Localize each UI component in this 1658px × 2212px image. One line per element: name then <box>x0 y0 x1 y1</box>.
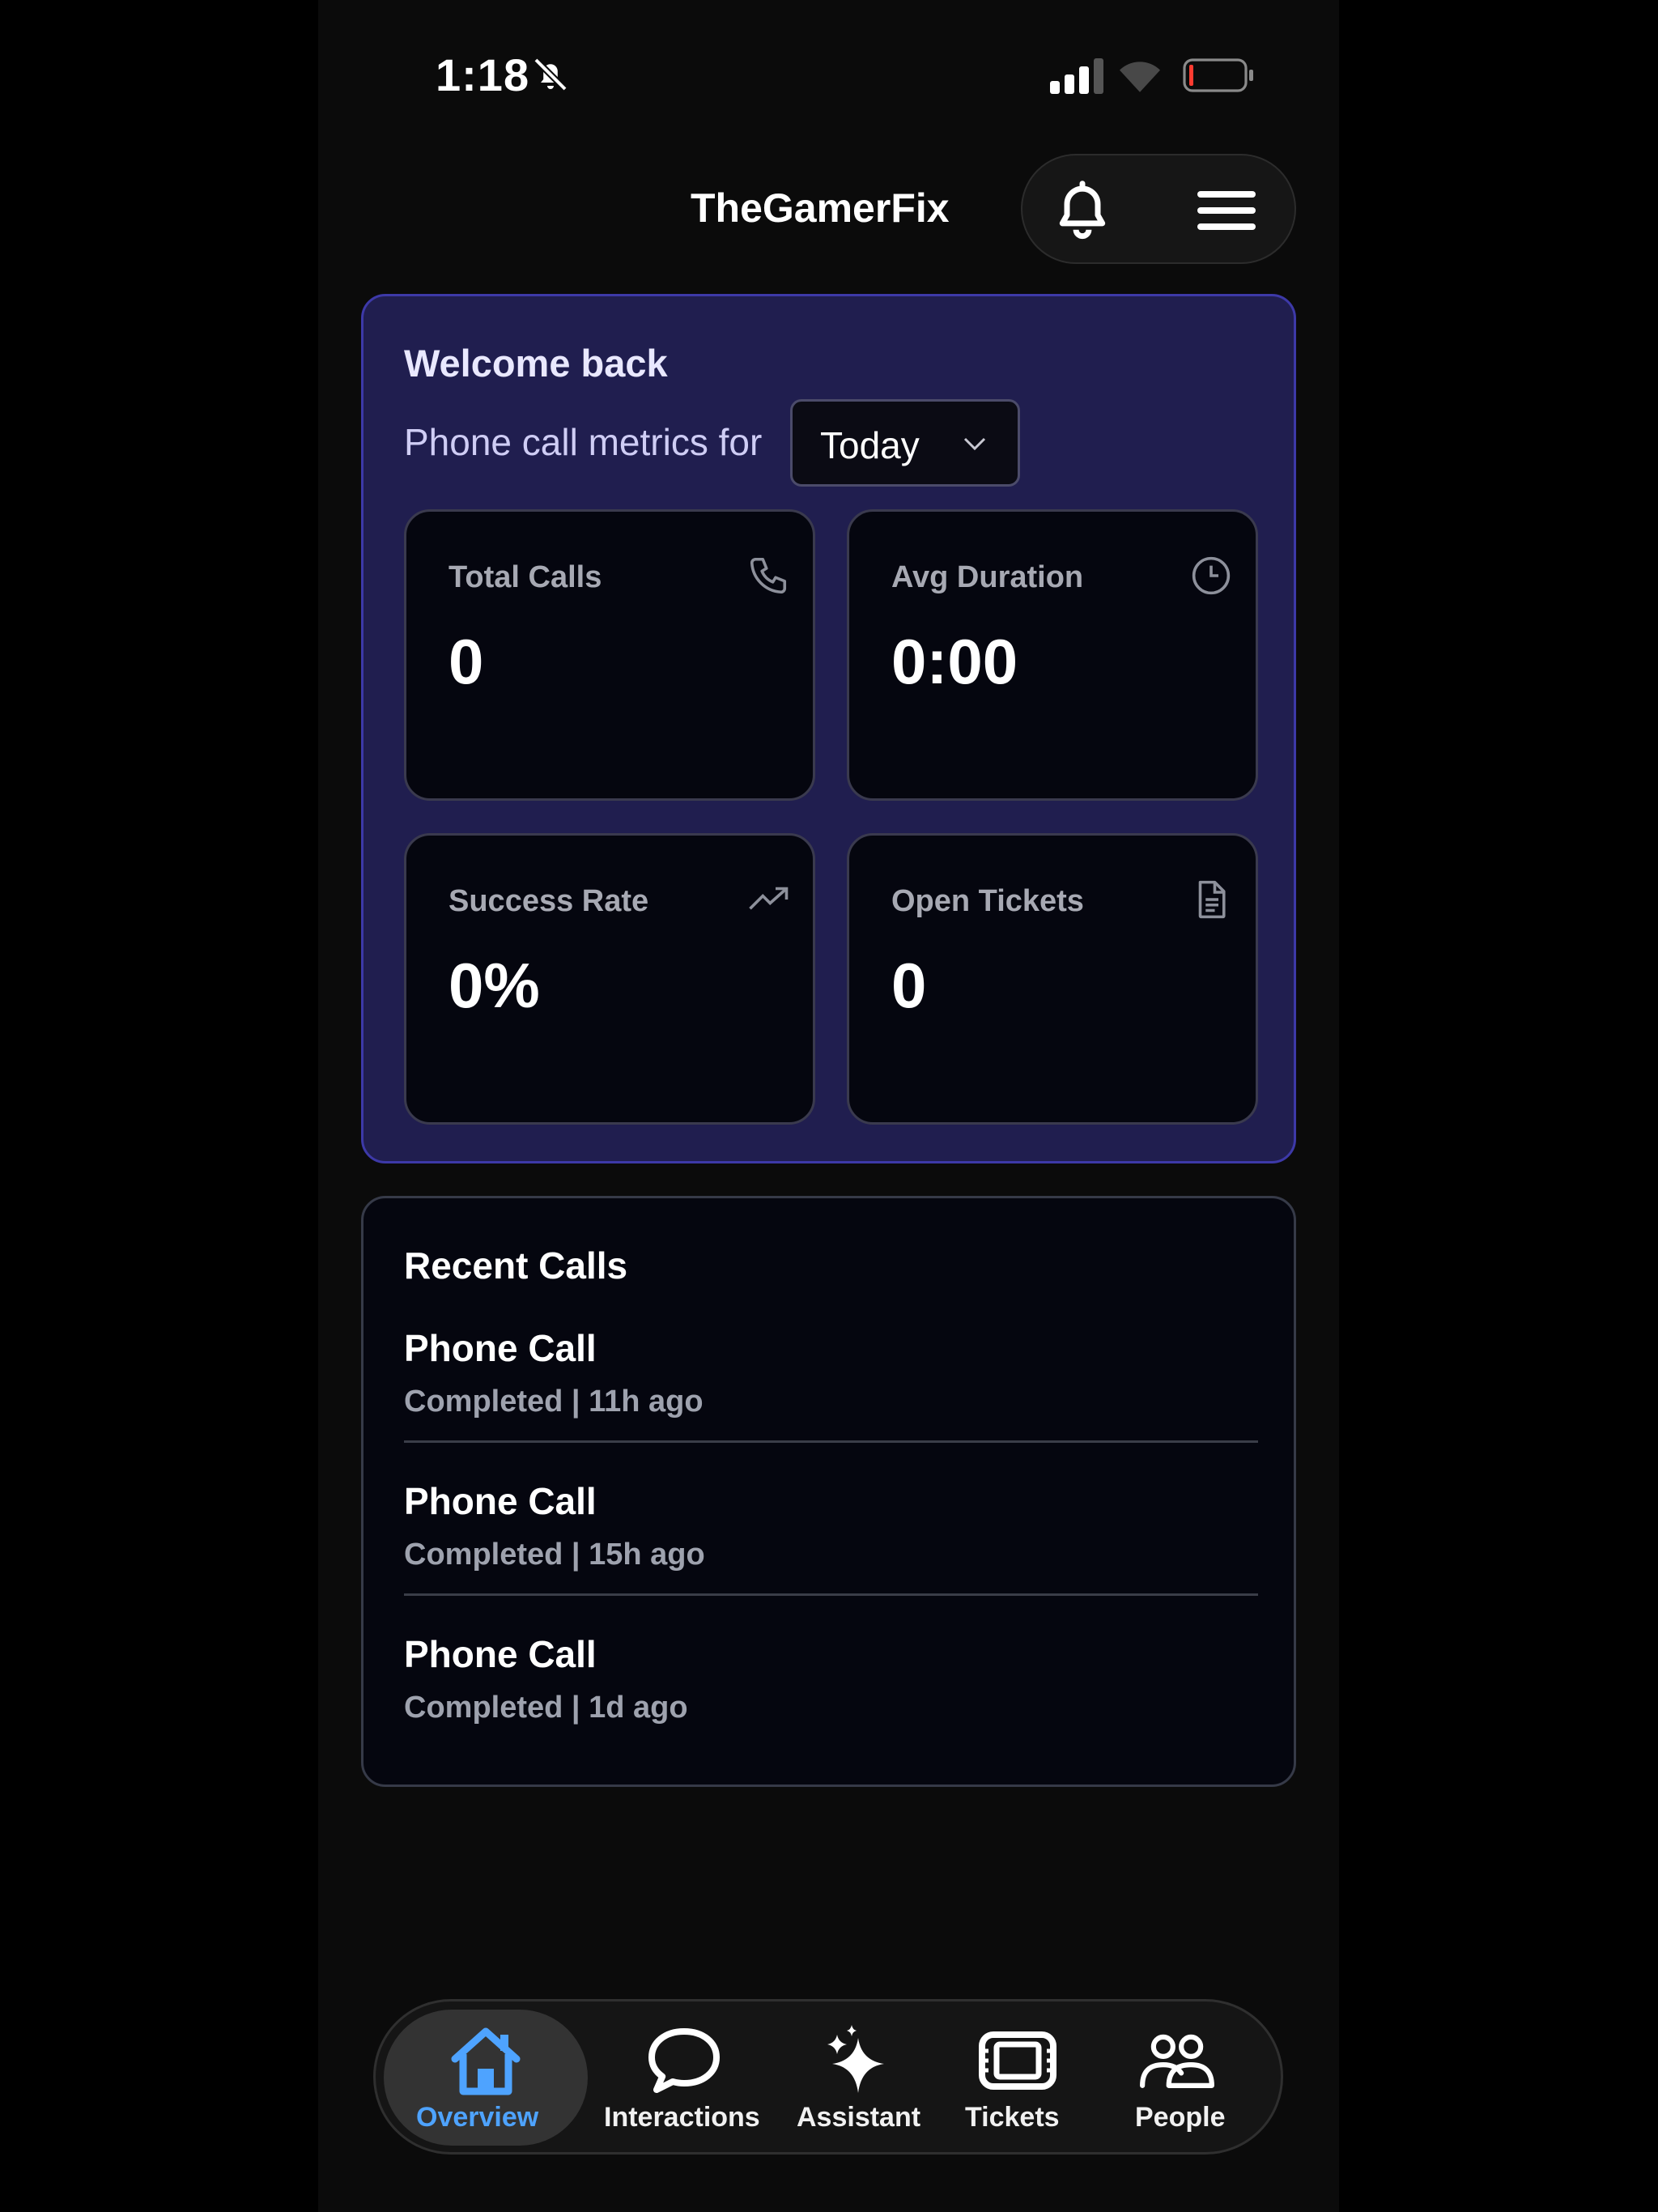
metric-card-success-rate: Success Rate 0% <box>404 833 815 1125</box>
home-icon <box>451 2027 521 2095</box>
welcome-title: Welcome back <box>404 342 668 385</box>
call-list-item[interactable]: Phone Call Completed | 1d ago <box>404 1632 1258 1786</box>
call-list-item[interactable]: Phone Call Completed | 11h ago <box>404 1326 1258 1480</box>
notifications-bell-icon[interactable] <box>1052 180 1113 241</box>
metric-value: 0:00 <box>891 626 1018 697</box>
header-actions <box>1021 154 1296 264</box>
metric-value: 0 <box>891 950 927 1021</box>
metric-card-avg-duration: Avg Duration 0:00 <box>847 509 1258 801</box>
tab-tickets[interactable]: Tickets <box>934 2001 1096 2152</box>
call-meta: Completed | 11h ago <box>404 1385 704 1419</box>
tab-people[interactable]: People <box>1096 2001 1258 2152</box>
call-list-item[interactable]: Phone Call Completed | 15h ago <box>404 1479 1258 1633</box>
tab-label: People <box>1135 2102 1226 2133</box>
metric-label: Success Rate <box>449 884 649 918</box>
signal-icon <box>1050 58 1103 94</box>
call-title: Phone Call <box>404 1633 597 1675</box>
wifi-icon <box>1120 62 1160 92</box>
chat-bubble-icon <box>648 2028 720 2093</box>
bottom-tab-bar: Overview Interactions Assistant Tickets <box>373 1999 1283 2155</box>
tab-overview[interactable]: Overview <box>376 2001 596 2152</box>
phone-icon <box>750 557 787 594</box>
divider <box>404 1440 1258 1443</box>
chevron-down-icon <box>963 437 986 451</box>
period-select-value: Today <box>820 424 920 466</box>
call-title: Phone Call <box>404 1480 597 1522</box>
battery-icon <box>1183 58 1253 92</box>
tab-label: Interactions <box>604 2102 760 2133</box>
clock-icon <box>1192 556 1231 595</box>
call-title: Phone Call <box>404 1327 597 1369</box>
ticket-icon <box>979 2031 1056 2090</box>
metric-value: 0% <box>449 950 540 1021</box>
call-meta: Completed | 15h ago <box>404 1538 705 1572</box>
metric-label: Total Calls <box>449 560 602 594</box>
metric-card-open-tickets: Open Tickets 0 <box>847 833 1258 1125</box>
welcome-card: Welcome back Phone call metrics for Toda… <box>361 294 1296 1163</box>
metric-label: Open Tickets <box>891 884 1084 918</box>
metric-value: 0 <box>449 626 484 697</box>
tab-label: Overview <box>416 2102 539 2133</box>
tab-interactions[interactable]: Interactions <box>596 2001 772 2152</box>
metrics-period-label: Phone call metrics for <box>404 421 763 463</box>
people-icon <box>1140 2034 1214 2088</box>
status-time: 1:18 <box>436 49 530 100</box>
divider <box>404 1593 1258 1596</box>
sparkles-icon <box>827 2025 884 2093</box>
bell-muted-icon <box>534 57 568 91</box>
tab-label: Assistant <box>797 2102 921 2133</box>
period-select[interactable]: Today <box>790 399 1020 487</box>
recent-calls-title: Recent Calls <box>404 1244 628 1287</box>
recent-calls-card: Recent Calls Phone Call Completed | 11h … <box>361 1196 1296 1787</box>
tab-assistant[interactable]: Assistant <box>772 2001 934 2152</box>
metric-card-total-calls: Total Calls 0 <box>404 509 815 801</box>
hamburger-menu-icon[interactable] <box>1194 185 1259 236</box>
trending-up-icon <box>749 887 789 910</box>
call-meta: Completed | 1d ago <box>404 1691 688 1725</box>
metric-label: Avg Duration <box>891 560 1084 594</box>
tab-label: Tickets <box>965 2102 1060 2133</box>
document-icon <box>1198 880 1226 919</box>
app-title: TheGamerFix <box>691 185 950 231</box>
phone-screen: 1:18 TheGamerFix Welcome back Phone call… <box>318 0 1339 2212</box>
